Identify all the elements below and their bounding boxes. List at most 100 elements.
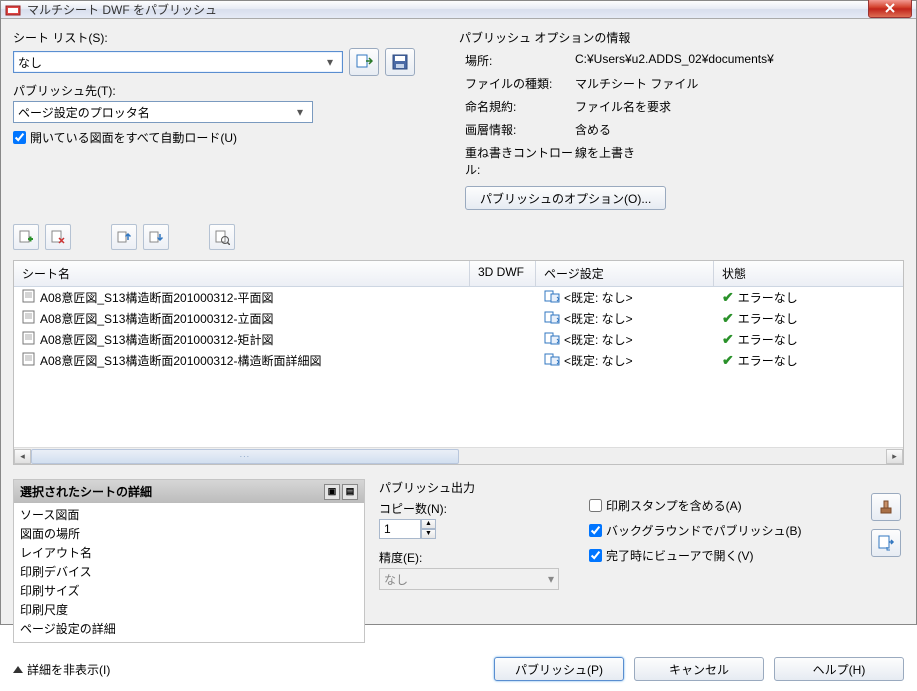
row-name: A08意匠図_S13構造断面201000312-矩計図: [40, 331, 273, 348]
table-row[interactable]: A08意匠図_S13構造断面201000312-立面図<既定: なし>✔エラーな…: [14, 308, 903, 329]
stamp-label: 印刷スタンプを含める(A): [606, 497, 742, 514]
chevron-down-icon: ▾: [548, 572, 554, 586]
stamp-checkbox[interactable]: 印刷スタンプを含める(A): [589, 497, 858, 514]
viewer-label: 完了時にビューアで開く(V): [606, 547, 754, 564]
copies-label: コピー数(N):: [379, 500, 579, 517]
stamp-input[interactable]: [589, 499, 602, 512]
preview-button[interactable]: [209, 224, 235, 250]
merge-label: 重ね書きコントロール:: [465, 144, 575, 178]
autoload-checkbox[interactable]: 開いている図面をすべて自動ロード(U): [13, 129, 445, 146]
copies-spinner[interactable]: ▲ ▼: [379, 519, 579, 539]
col-sheetname[interactable]: シート名: [14, 261, 470, 286]
row-page: <既定: なし>: [564, 331, 633, 348]
row-page: <既定: なし>: [564, 289, 633, 306]
help-button[interactable]: ヘルプ(H): [774, 657, 904, 681]
detail-item: 印刷サイズ: [20, 581, 358, 600]
publish-output-title: パブリッシュ出力: [379, 479, 579, 496]
scroll-left-button[interactable]: ◂: [14, 449, 31, 464]
window-title: マルチシート DWF をパブリッシュ: [27, 1, 868, 18]
row-name: A08意匠図_S13構造断面201000312-平面図: [40, 289, 273, 306]
titlebar[interactable]: マルチシート DWF をパブリッシュ: [1, 1, 916, 19]
publish-button[interactable]: パブリッシュ(P): [494, 657, 624, 681]
selected-sheet-details: 選択されたシートの詳細 ▣ ▤ ソース図面図面の場所レイアウト名印刷デバイス印刷…: [13, 479, 365, 643]
remove-sheet-button[interactable]: [45, 224, 71, 250]
layer-label: 画層情報:: [465, 121, 575, 138]
row-page: <既定: なし>: [564, 310, 633, 327]
filetype-label: ファイルの種類:: [465, 75, 575, 92]
background-checkbox[interactable]: バックグラウンドでパブリッシュ(B): [589, 522, 858, 539]
precision-value: なし: [384, 571, 408, 588]
row-page: <既定: なし>: [564, 352, 633, 369]
scroll-right-button[interactable]: ▸: [886, 449, 903, 464]
publish-target-combo[interactable]: ページ設定のプロッタ名 ▾: [13, 101, 313, 123]
horizontal-scrollbar[interactable]: ◂ ∙∙∙ ▸: [14, 447, 903, 464]
loc-value: C:¥Users¥u2.ADDS_02¥documents¥: [575, 52, 904, 69]
export-settings-button[interactable]: [871, 529, 901, 557]
autoload-input[interactable]: [13, 131, 26, 144]
move-up-button[interactable]: [111, 224, 137, 250]
detail-item: 図面の場所: [20, 524, 358, 543]
sheetlist-combo[interactable]: なし ▾: [13, 51, 343, 73]
precision-combo: なし ▾: [379, 568, 559, 590]
table-row[interactable]: A08意匠図_S13構造断面201000312-平面図 <既定: なし> ✔エラーな…: [14, 287, 903, 308]
sheetlist-label: シート リスト(S):: [13, 29, 445, 46]
detail-item: レイアウト名: [20, 543, 358, 562]
check-icon: ✔: [722, 310, 734, 327]
pagesetup-icon: [544, 289, 560, 306]
filetype-value: マルチシート ファイル: [575, 75, 904, 92]
col-status[interactable]: 状態: [714, 261, 903, 286]
copies-input[interactable]: [379, 519, 421, 539]
scroll-thumb[interactable]: ∙∙∙: [31, 449, 459, 464]
sheet-icon: [22, 310, 36, 327]
chevron-down-icon: ▾: [322, 55, 338, 69]
check-icon: ✔: [722, 289, 734, 306]
check-icon: ✔: [722, 352, 734, 369]
app-icon: [5, 2, 21, 18]
table-row[interactable]: A08意匠図_S13構造断面201000312-矩計図 <既定: なし> ✔エラーな…: [14, 329, 903, 350]
naming-label: 命名規約:: [465, 98, 575, 115]
copies-up-button[interactable]: ▲: [421, 519, 436, 529]
add-sheet-button[interactable]: [13, 224, 39, 250]
stamp-settings-button[interactable]: [871, 493, 901, 521]
triangle-up-icon: [13, 666, 23, 673]
row-status: エラーなし: [738, 331, 798, 348]
pagesetup-icon: [544, 352, 560, 369]
publish-options-button[interactable]: パブリッシュのオプション(O)...: [465, 186, 666, 210]
row-name: A08意匠図_S13構造断面201000312-構造断面詳細図: [40, 352, 321, 369]
detail-item: ソース図面: [20, 505, 358, 524]
publish-target-label: パブリッシュ先(T):: [13, 82, 445, 99]
details-view1-icon[interactable]: ▣: [324, 484, 340, 500]
sheet-table: シート名 3D DWF ページ設定 状態 A08意匠図_S13構造断面20100…: [13, 260, 904, 465]
col-3ddwf[interactable]: 3D DWF: [470, 261, 536, 286]
detail-item: 印刷尺度: [20, 600, 358, 619]
publish-info-title: パブリッシュ オプションの情報: [459, 29, 904, 46]
detail-item: ページ設定の詳細: [20, 619, 358, 638]
row-status: エラーなし: [738, 352, 798, 369]
col-pagesetup[interactable]: ページ設定: [536, 261, 714, 286]
cancel-button[interactable]: キャンセル: [634, 657, 764, 681]
viewer-input[interactable]: [589, 549, 602, 562]
save-list-button[interactable]: [385, 48, 415, 76]
move-down-button[interactable]: [143, 224, 169, 250]
sheet-icon: [22, 331, 36, 348]
background-input[interactable]: [589, 524, 602, 537]
close-button[interactable]: [868, 0, 912, 18]
dialog-footer: 詳細を非表示(I) パブリッシュ(P) キャンセル ヘルプ(H): [1, 651, 916, 691]
table-row[interactable]: A08意匠図_S13構造断面201000312-構造断面詳細図 <既定: なし> ✔…: [14, 350, 903, 371]
check-icon: ✔: [722, 331, 734, 348]
hide-details-toggle[interactable]: 詳細を非表示(I): [13, 661, 484, 678]
loc-label: 場所:: [465, 52, 575, 69]
sheet-toolbar: [13, 224, 904, 250]
copies-down-button[interactable]: ▼: [421, 529, 436, 539]
viewer-checkbox[interactable]: 完了時にビューアで開く(V): [589, 547, 858, 564]
sheet-icon: [22, 289, 36, 306]
row-status: エラーなし: [738, 289, 798, 306]
details-view2-icon[interactable]: ▤: [342, 484, 358, 500]
detail-item: 印刷デバイス: [20, 562, 358, 581]
sheet-icon: [22, 352, 36, 369]
pagesetup-icon: [544, 331, 560, 348]
import-list-button[interactable]: [349, 48, 379, 76]
hide-details-label: 詳細を非表示(I): [27, 661, 110, 678]
publish-dialog: マルチシート DWF をパブリッシュ シート リスト(S): なし ▾: [0, 0, 917, 625]
precision-label: 精度(E):: [379, 549, 579, 566]
